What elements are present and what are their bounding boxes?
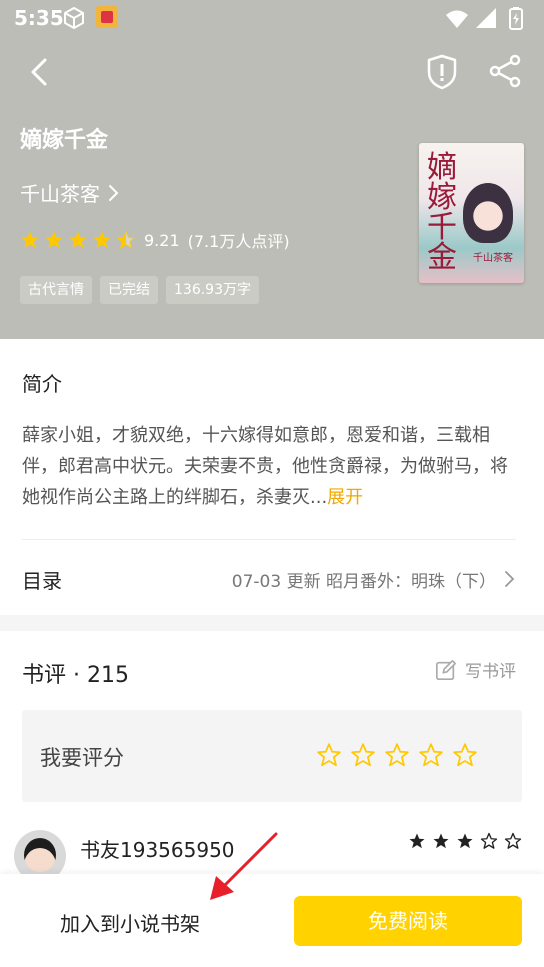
chevron-right-icon [505,571,515,587]
status-time: 5:35 [14,6,64,30]
book-cover[interactable]: 嫡嫁千金 千山茶客 [419,143,524,283]
latest-chapter: 07-03 更新 昭月番外：明珠（下） [231,572,496,592]
book-detail-screen: 5:35 嫡嫁千金 千山茶客 9.21 (7.1万人点评) 古代言情 已完结 1… [0,0,544,967]
rate-star-5[interactable] [452,742,478,768]
signal-icon [476,8,496,28]
write-review-label: 写书评 [465,662,516,682]
rate-star-1[interactable] [316,742,342,768]
rating-count: (7.1万人点评) [187,232,290,251]
rating-stars [20,230,136,250]
toc-label: 目录 [22,569,62,593]
author-link[interactable]: 千山茶客 [20,178,120,207]
star-icon [69,231,87,248]
rate-star-2[interactable] [350,742,376,768]
rating-score: 9.21 [144,230,180,250]
cover-title: 嫡嫁千金 [427,150,457,275]
book-title: 嫡嫁千金 [20,128,109,153]
author-name: 千山茶客 [20,182,100,206]
rate-star-3[interactable] [384,742,410,768]
star-outline-icon [480,832,498,849]
edit-icon [436,659,456,680]
intro-body: 薛家小姐，才貌双绝，十六嫁得如意郎，恩爱和谐，三载相伴，郎君高中状元。夫荣妻不贵… [22,425,508,508]
tag-wordcount: 136.93万字 [166,276,259,304]
wifi-icon [446,10,468,28]
star-icon [21,231,39,248]
rate-star-4[interactable] [418,742,444,768]
app-icon [96,6,118,28]
cube-icon [64,7,84,29]
star-icon [45,231,63,248]
divider [22,539,516,540]
star-icon [93,231,111,248]
add-to-shelf-button[interactable]: 加入到小说书架 [60,908,200,937]
star-icon [457,833,473,849]
expand-link[interactable]: 展开 [327,487,363,508]
book-header: 5:35 嫡嫁千金 千山茶客 9.21 (7.1万人点评) 古代言情 已完结 1… [0,0,544,339]
tag-status: 已完结 [100,276,158,304]
star-outline-icon [504,832,522,849]
shield-icon[interactable] [420,50,464,94]
bottom-action-bar: 加入到小说书架 免费阅读 [0,874,544,967]
chevron-right-icon [109,184,119,201]
intro-heading: 简介 [22,372,62,396]
book-tags: 古代言情 已完结 136.93万字 [20,276,259,304]
back-icon[interactable] [20,52,60,92]
cover-author: 千山茶客 [473,253,513,264]
star-icon [409,833,425,849]
write-review-button[interactable]: 写书评 [435,657,516,682]
toc-row[interactable]: 目录 07-03 更新 昭月番外：明珠（下） [0,545,544,611]
status-bar: 5:35 [0,0,544,36]
reviewer-stars [408,832,522,850]
rating-row: 9.21 (7.1万人点评) [20,228,290,252]
star-icon [433,833,449,849]
rate-stars [316,742,478,768]
rate-label: 我要评分 [40,746,124,770]
cover-illustration [463,183,513,243]
half-star-icon [116,230,136,249]
free-read-button[interactable]: 免费阅读 [294,896,522,946]
rate-box: 我要评分 [22,710,522,802]
review-item[interactable]: 书友193565950 [0,818,544,882]
intro-text[interactable]: 薛家小姐，才貌双绝，十六嫁得如意郎，恩爱和谐，三载相伴，郎君高中状元。夫荣妻不贵… [22,420,522,513]
system-status-icons [446,7,523,30]
share-icon[interactable] [485,51,525,91]
reviewer-name: 书友193565950 [80,838,235,862]
tag-genre[interactable]: 古代言情 [20,276,92,304]
review-heading: 书评 · 215 [22,663,129,688]
